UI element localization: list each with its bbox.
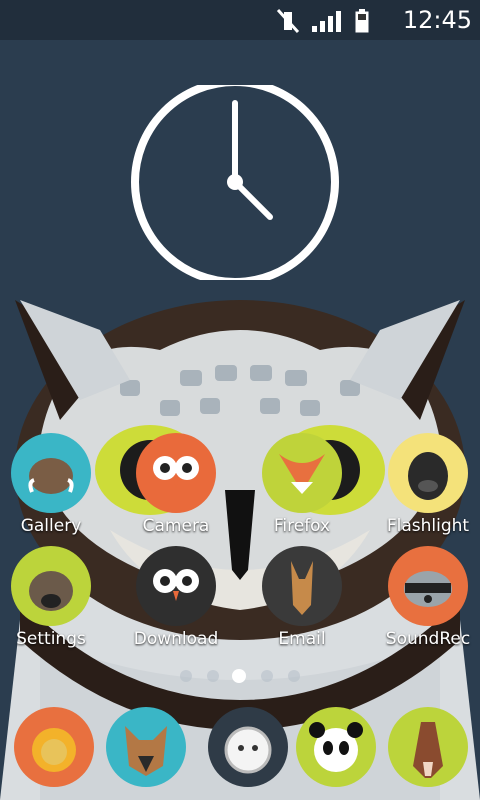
warthog-icon (11, 433, 91, 513)
status-icons (276, 8, 369, 34)
owl-icon (136, 433, 216, 513)
battery-icon (355, 9, 369, 33)
page-dot (232, 669, 246, 683)
page-dot (261, 670, 273, 682)
app-label: Camera (142, 516, 210, 536)
signal-icon (312, 11, 341, 32)
app-soundrec[interactable]: SoundRec (373, 545, 480, 649)
gorilla-icon (388, 433, 468, 513)
app-firefox[interactable]: Firefox (247, 432, 357, 536)
page-dot (207, 670, 219, 682)
app-label: Settings (16, 629, 86, 649)
status-bar: 12:45 (0, 0, 480, 40)
dock-sheep-button[interactable] (206, 706, 290, 788)
app-camera[interactable]: Camera (121, 432, 231, 536)
app-label: Flashlight (386, 516, 470, 536)
page-dot (180, 670, 192, 682)
dock-lion-button[interactable] (12, 706, 96, 788)
app-settings[interactable]: Settings (0, 545, 106, 649)
dock-panda-button[interactable] (294, 706, 378, 788)
clock-center (227, 174, 243, 190)
page-dot (288, 670, 300, 682)
page-indicator (170, 664, 310, 688)
dock-dog-button[interactable] (104, 706, 188, 788)
app-email[interactable]: Email (247, 545, 357, 649)
kangaroo-icon (262, 546, 342, 626)
app-label: Email (278, 629, 326, 649)
raccoon-icon (388, 546, 468, 626)
app-label: Firefox (273, 516, 331, 536)
panda-icon (296, 707, 376, 787)
hyena-icon (11, 546, 91, 626)
status-time: 12:45 (402, 6, 472, 34)
app-download[interactable]: Download (121, 545, 231, 649)
horse-icon (388, 707, 468, 787)
dog-icon (106, 707, 186, 787)
app-label: Gallery (20, 516, 82, 536)
barn-owl-icon (136, 546, 216, 626)
app-label: SoundRec (385, 629, 471, 649)
lion-icon (14, 707, 94, 787)
analog-clock-widget[interactable] (130, 85, 340, 280)
dock-horse-button[interactable] (386, 706, 470, 788)
sheep-icon (208, 707, 288, 787)
app-gallery[interactable]: Gallery (0, 432, 106, 536)
app-flashlight[interactable]: Flashlight (373, 432, 480, 536)
fox-icon (262, 433, 342, 513)
mute-icon (276, 8, 300, 34)
app-label: Download (133, 629, 219, 649)
